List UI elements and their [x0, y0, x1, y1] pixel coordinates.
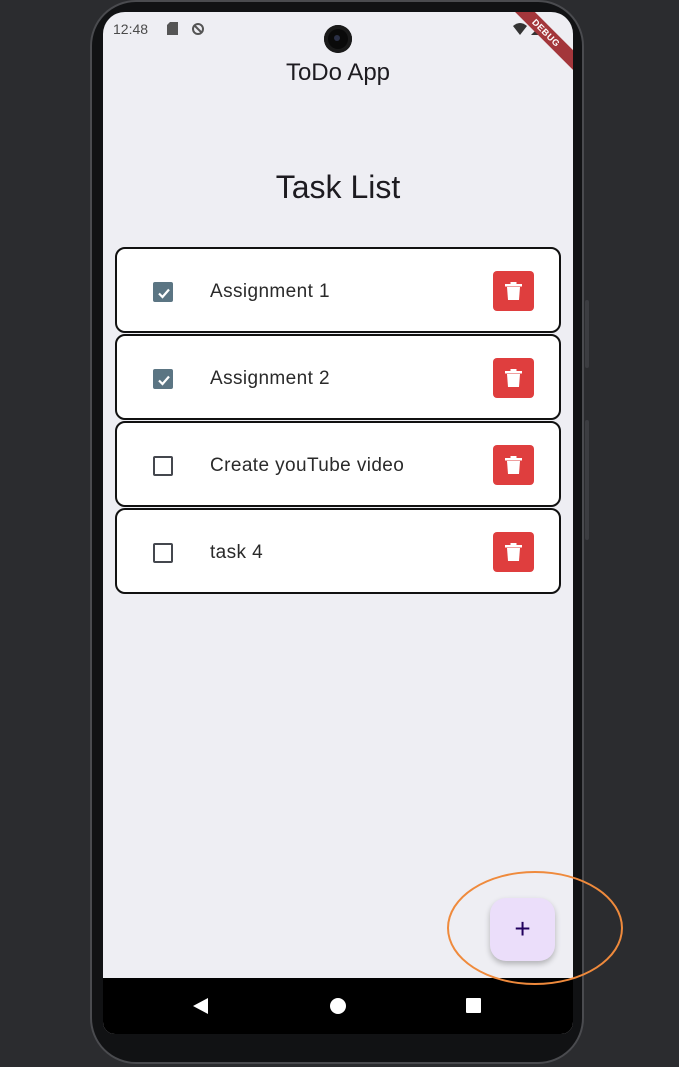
home-icon[interactable] — [330, 998, 346, 1014]
sd-card-icon — [167, 22, 180, 35]
trash-icon — [505, 282, 522, 300]
page-heading: Task List — [275, 169, 401, 205]
task-list: Assignment 1 Assignment 2 Create youTube… — [115, 247, 561, 595]
checkmark-icon — [158, 288, 170, 299]
front-camera — [324, 25, 352, 53]
volume-button — [585, 420, 589, 540]
power-button — [585, 300, 589, 368]
back-icon[interactable] — [193, 998, 208, 1014]
task-label: Create youTube video — [210, 455, 405, 476]
task-card: Create youTube video — [115, 421, 561, 507]
task-checkbox[interactable] — [153, 282, 173, 302]
task-label: Assignment 2 — [210, 368, 330, 389]
task-label: task 4 — [210, 542, 264, 563]
status-time: 12:48 — [113, 21, 149, 37]
trash-icon — [505, 369, 522, 387]
delete-task-button[interactable] — [493, 358, 534, 398]
delete-task-button[interactable] — [493, 271, 534, 311]
sync-icon — [191, 22, 204, 35]
task-card: Assignment 1 — [115, 247, 561, 333]
task-card: Assignment 2 — [115, 334, 561, 420]
plus-icon: + — [514, 913, 531, 944]
task-label: Assignment 1 — [210, 281, 330, 302]
trash-icon — [505, 543, 522, 561]
add-task-button[interactable]: + — [490, 898, 555, 961]
device-screen: 12:48 DEBUG ToDo App Task List Assignmen… — [103, 12, 573, 1034]
task-checkbox[interactable] — [153, 456, 173, 476]
navigation-bar — [103, 978, 573, 1034]
task-card: task 4 — [115, 508, 561, 594]
stage: 12:48 DEBUG ToDo App Task List Assignmen… — [0, 0, 679, 1067]
trash-icon — [505, 456, 522, 474]
wifi-icon — [513, 22, 527, 35]
delete-task-button[interactable] — [493, 532, 534, 572]
app-title: ToDo App — [285, 59, 391, 86]
task-checkbox[interactable] — [153, 543, 173, 563]
recents-icon[interactable] — [466, 998, 481, 1013]
task-checkbox[interactable] — [153, 369, 173, 389]
status-bar: 12:48 DEBUG — [103, 12, 573, 77]
delete-task-button[interactable] — [493, 445, 534, 485]
checkmark-icon — [158, 375, 170, 386]
